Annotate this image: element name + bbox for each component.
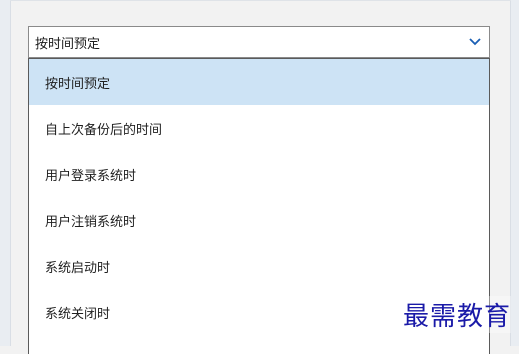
chevron-down-icon[interactable]: [461, 27, 489, 57]
option-label: 用户登录系统时: [45, 168, 137, 184]
option-by-time-schedule[interactable]: 按时间预定: [29, 59, 489, 105]
option-system-startup[interactable]: 系统启动时: [29, 243, 489, 289]
schedule-type-select[interactable]: 按时间预定: [28, 26, 490, 58]
panel-top-divider: [10, 0, 511, 1]
option-label: 按时间预定: [45, 76, 111, 92]
schedule-type-select-value: 按时间预定: [35, 36, 101, 52]
option-label: 系统启动时: [45, 260, 111, 276]
option-label: 自上次备份后的时间: [45, 122, 163, 138]
panel-right-edge: [510, 0, 519, 346]
option-label: 用户注销系统时: [45, 214, 137, 230]
option-label: 系统关闭时: [45, 306, 111, 322]
watermark-text: 最需教育: [402, 296, 511, 333]
option-since-last-backup[interactable]: 自上次备份后的时间: [29, 105, 489, 151]
option-user-logoff[interactable]: 用户注销系统时: [29, 197, 489, 243]
option-user-logon[interactable]: 用户登录系统时: [29, 151, 489, 197]
panel-left-edge: [0, 0, 11, 346]
